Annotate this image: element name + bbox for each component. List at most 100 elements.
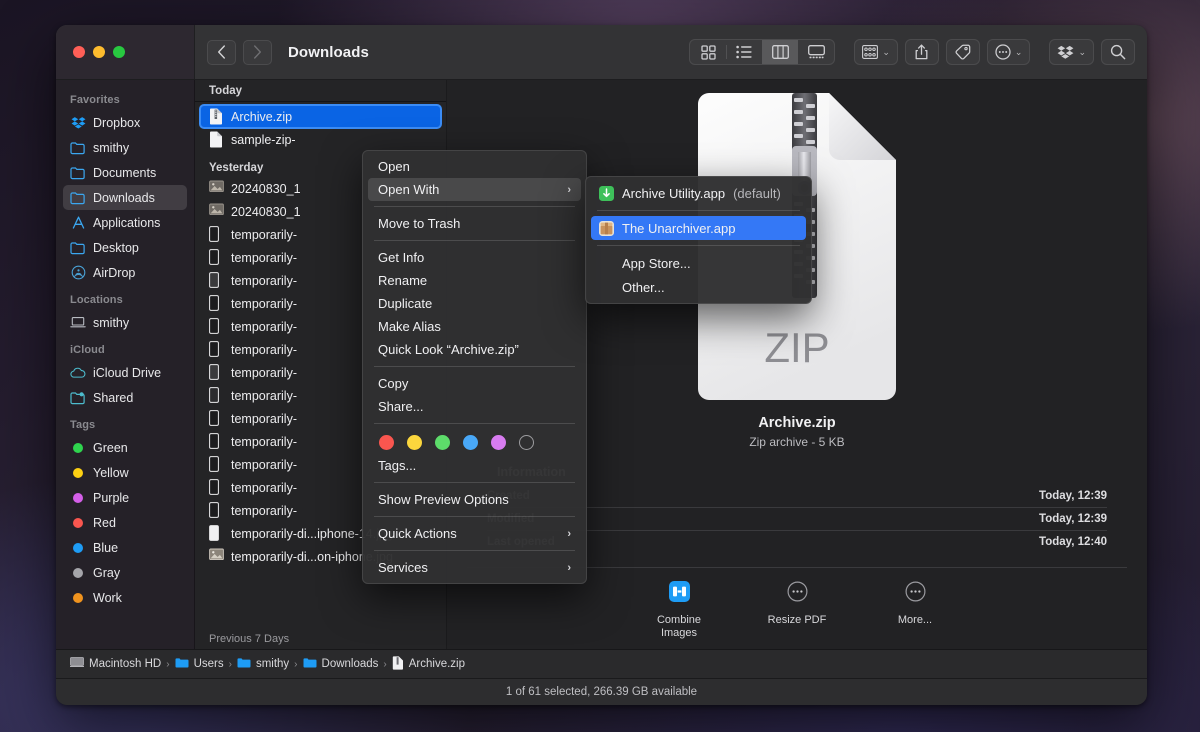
sidebar-item-label: AirDrop	[93, 266, 135, 280]
sidebar-item-documents[interactable]: Documents	[63, 160, 187, 185]
more-actions-button[interactable]: ⌄	[987, 39, 1031, 65]
menu-item-label: Open	[378, 159, 410, 174]
zoom-button[interactable]	[113, 46, 125, 58]
breadcrumb-item-users[interactable]: Users	[175, 657, 224, 672]
tags-button[interactable]	[946, 39, 980, 65]
list-view-button[interactable]	[726, 40, 762, 64]
submenu-item-other[interactable]: Other...	[591, 275, 806, 299]
column-view-button[interactable]	[762, 40, 798, 64]
sidebar-item-tag-work[interactable]: Work	[63, 585, 187, 610]
sidebar-item-tag-green[interactable]: Green	[63, 435, 187, 460]
context-menu-tag-colors	[363, 429, 586, 454]
close-button[interactable]	[73, 46, 85, 58]
group-by-button[interactable]: ⌄	[854, 39, 898, 65]
file-name: temporarily-	[231, 274, 297, 288]
context-menu-item-move-to-trash[interactable]: Move to Trash	[368, 212, 581, 235]
quick-action-resize-pdf[interactable]: Resize PDF	[761, 581, 833, 640]
status-bar: 1 of 61 selected, 266.39 GB available	[56, 678, 1147, 705]
chevron-right-icon: ›	[567, 528, 571, 540]
quick-action-label: Combine Images	[643, 614, 715, 640]
menu-item-label: Show Preview Options	[378, 492, 509, 507]
folder-icon	[237, 657, 251, 672]
window-body: Favorites Dropbox smithy Documents	[56, 80, 1147, 649]
menu-item-label: Services	[378, 560, 428, 575]
sidebar-item-tag-yellow[interactable]: Yellow	[63, 460, 187, 485]
breadcrumb-item-macintosh-hd[interactable]: Macintosh HD	[70, 657, 161, 671]
sidebar-item-downloads[interactable]: Downloads	[63, 185, 187, 210]
quick-action-label: More...	[898, 614, 932, 627]
file-name: sample-zip-	[231, 133, 296, 147]
tag-color-yellow[interactable]	[407, 435, 422, 450]
context-menu-item-rename[interactable]: Rename	[368, 269, 581, 292]
sidebar-item-label: Red	[93, 516, 116, 530]
zip-file-icon	[209, 108, 224, 125]
submenu-item-archive-utility[interactable]: Archive Utility.app (default)	[591, 181, 806, 205]
folder-icon	[303, 657, 317, 672]
preview-file-name: Archive.zip	[758, 415, 835, 431]
tag-dot-icon	[70, 565, 86, 581]
folder-icon	[175, 657, 189, 672]
doc-file-icon	[209, 131, 224, 148]
breadcrumb-item-downloads[interactable]: Downloads	[303, 657, 379, 672]
context-menu-item-open[interactable]: Open	[368, 155, 581, 178]
sidebar-item-desktop[interactable]: Desktop	[63, 235, 187, 260]
quick-action-more[interactable]: More...	[879, 581, 951, 640]
context-menu-item-make-alias[interactable]: Make Alias	[368, 315, 581, 338]
context-menu-item-duplicate[interactable]: Duplicate	[368, 292, 581, 315]
sidebar-item-location-smithy[interactable]: smithy	[63, 310, 187, 335]
sidebar-item-dropbox[interactable]: Dropbox	[63, 110, 187, 135]
file-row-sample-zip[interactable]: sample-zip-	[200, 128, 441, 151]
tag-color-purple[interactable]	[491, 435, 506, 450]
sidebar-item-shared[interactable]: Shared	[63, 385, 187, 410]
tag-color-red[interactable]	[379, 435, 394, 450]
dropbox-button[interactable]: ⌄	[1049, 39, 1094, 65]
quick-actions-bar: Combine Images Resize PDF More...	[643, 581, 951, 640]
sidebar-item-label: Purple	[93, 491, 129, 505]
sidebar-item-airdrop[interactable]: AirDrop	[63, 260, 187, 285]
breadcrumb-item-archive-zip[interactable]: Archive.zip	[392, 656, 465, 673]
context-menu-item-quick-look[interactable]: Quick Look “Archive.zip”	[368, 338, 581, 361]
context-menu-item-copy[interactable]: Copy	[368, 372, 581, 395]
search-button[interactable]	[1101, 39, 1135, 65]
sidebar-item-icloud-drive[interactable]: iCloud Drive	[63, 360, 187, 385]
submenu-item-the-unarchiver[interactable]: The Unarchiver.app	[591, 216, 806, 240]
icon-view-button[interactable]	[690, 40, 726, 64]
chevron-down-icon: ⌄	[1015, 48, 1023, 57]
tag-color-green[interactable]	[435, 435, 450, 450]
sidebar-item-tag-purple[interactable]: Purple	[63, 485, 187, 510]
image-file-icon	[209, 548, 224, 565]
breadcrumb-item-smithy[interactable]: smithy	[237, 657, 289, 672]
sidebar-item-label: iCloud Drive	[93, 366, 161, 380]
share-button[interactable]	[905, 39, 939, 65]
context-menu-item-get-info[interactable]: Get Info	[368, 246, 581, 269]
file-row-archive-zip[interactable]: Archive.zip	[200, 105, 441, 128]
minimize-button[interactable]	[93, 46, 105, 58]
back-button[interactable]	[207, 40, 236, 65]
sidebar-item-tag-red[interactable]: Red	[63, 510, 187, 535]
quick-action-combine-images[interactable]: Combine Images	[643, 581, 715, 640]
menu-item-label: Copy	[378, 376, 408, 391]
context-menu-item-show-preview-options[interactable]: Show Preview Options	[368, 488, 581, 511]
submenu-item-label: The Unarchiver.app	[622, 221, 735, 236]
gallery-view-button[interactable]	[798, 40, 834, 64]
tag-color-blue[interactable]	[463, 435, 478, 450]
context-menu-item-open-with[interactable]: Open With ›	[368, 178, 581, 201]
forward-button[interactable]	[243, 40, 272, 65]
context-menu-item-services[interactable]: Services ›	[368, 556, 581, 579]
sidebar-item-smithy[interactable]: smithy	[63, 135, 187, 160]
divider	[374, 423, 575, 424]
menu-item-label: Quick Look “Archive.zip”	[378, 342, 519, 357]
sidebar: Favorites Dropbox smithy Documents	[56, 80, 195, 649]
menu-item-label: Open With	[378, 182, 439, 197]
sidebar-item-applications[interactable]: Applications	[63, 210, 187, 235]
submenu-item-app-store[interactable]: App Store...	[591, 251, 806, 275]
context-menu-item-tags[interactable]: Tags...	[368, 454, 581, 477]
file-group-header-previous-7-days: Previous 7 Days	[195, 629, 446, 649]
tag-color-none[interactable]	[519, 435, 534, 450]
sidebar-item-tag-gray[interactable]: Gray	[63, 560, 187, 585]
submenu-item-suffix: (default)	[733, 186, 781, 201]
sidebar-item-tag-blue[interactable]: Blue	[63, 535, 187, 560]
divider	[374, 516, 575, 517]
context-menu-item-share[interactable]: Share...	[368, 395, 581, 418]
context-menu-item-quick-actions[interactable]: Quick Actions ›	[368, 522, 581, 545]
